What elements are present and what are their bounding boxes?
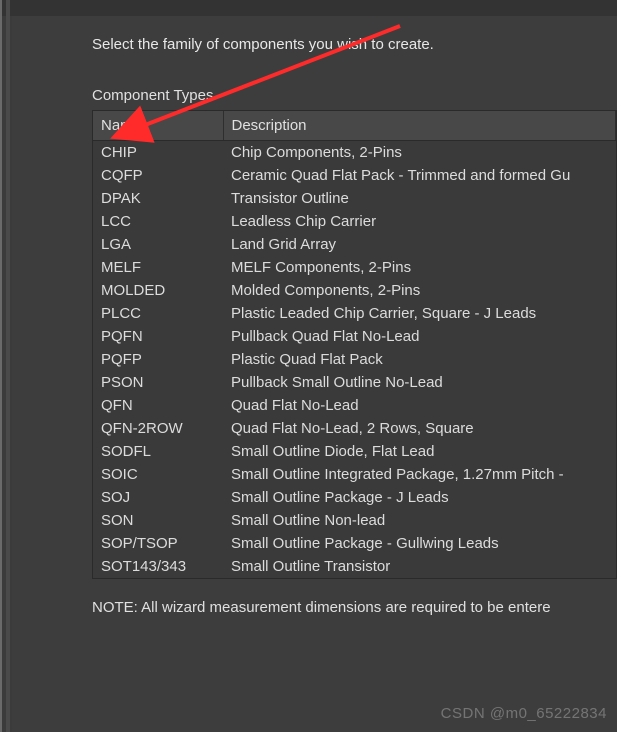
cell-description: Chip Components, 2-Pins bbox=[223, 141, 616, 165]
content-panel: Select the family of components you wish… bbox=[12, 16, 617, 732]
table-row[interactable]: QFNQuad Flat No-Lead bbox=[93, 394, 616, 417]
table-row[interactable]: SOJSmall Outline Package - J Leads bbox=[93, 486, 616, 509]
cell-description: Quad Flat No-Lead, 2 Rows, Square bbox=[223, 417, 616, 440]
cell-name: CQFP bbox=[93, 164, 223, 187]
table-row[interactable]: PLCCPlastic Leaded Chip Carrier, Square … bbox=[93, 302, 616, 325]
cell-name: MOLDED bbox=[93, 279, 223, 302]
cell-name: LGA bbox=[93, 233, 223, 256]
cell-name: SOJ bbox=[93, 486, 223, 509]
table-row[interactable]: MELFMELF Components, 2-Pins bbox=[93, 256, 616, 279]
watermark: CSDN @m0_65222834 bbox=[441, 705, 607, 722]
cell-name: SODFL bbox=[93, 440, 223, 463]
cell-description: Small Outline Package - Gullwing Leads bbox=[223, 532, 616, 555]
cell-description: Plastic Leaded Chip Carrier, Square - J … bbox=[223, 302, 616, 325]
cell-description: Small Outline Diode, Flat Lead bbox=[223, 440, 616, 463]
table-row[interactable]: PQFNPullback Quad Flat No-Lead bbox=[93, 325, 616, 348]
cell-name: CHIP bbox=[93, 141, 223, 165]
cell-name: QFN-2ROW bbox=[93, 417, 223, 440]
cell-name: PSON bbox=[93, 371, 223, 394]
column-header-name[interactable]: Name bbox=[93, 111, 223, 141]
cell-description: Small Outline Integrated Package, 1.27mm… bbox=[223, 463, 616, 486]
cell-description: Molded Components, 2-Pins bbox=[223, 279, 616, 302]
cell-description: Land Grid Array bbox=[223, 233, 616, 256]
cell-name: LCC bbox=[93, 210, 223, 233]
cell-description: Quad Flat No-Lead bbox=[223, 394, 616, 417]
cell-description: Small Outline Non-lead bbox=[223, 509, 616, 532]
cell-name: PQFN bbox=[93, 325, 223, 348]
table-row[interactable]: SODFLSmall Outline Diode, Flat Lead bbox=[93, 440, 616, 463]
cell-description: Small Outline Package - J Leads bbox=[223, 486, 616, 509]
table-row[interactable]: LCCLeadless Chip Carrier bbox=[93, 210, 616, 233]
intro-text: Select the family of components you wish… bbox=[92, 36, 617, 53]
cell-name: QFN bbox=[93, 394, 223, 417]
cell-description: Small Outline Transistor bbox=[223, 555, 616, 578]
cell-name: PLCC bbox=[93, 302, 223, 325]
cell-description: Leadless Chip Carrier bbox=[223, 210, 616, 233]
section-label: Component Types bbox=[92, 87, 617, 104]
cell-name: SON bbox=[93, 509, 223, 532]
table-row[interactable]: QFN-2ROWQuad Flat No-Lead, 2 Rows, Squar… bbox=[93, 417, 616, 440]
table-header-row: Name Description bbox=[93, 111, 616, 141]
cell-description: Plastic Quad Flat Pack bbox=[223, 348, 616, 371]
cell-name: SOIC bbox=[93, 463, 223, 486]
table-row[interactable]: CHIPChip Components, 2-Pins bbox=[93, 141, 616, 165]
cell-name: SOT143/343 bbox=[93, 555, 223, 578]
table-row[interactable]: LGALand Grid Array bbox=[93, 233, 616, 256]
cell-name: SOP/TSOP bbox=[93, 532, 223, 555]
table-row[interactable]: DPAKTransistor Outline bbox=[93, 187, 616, 210]
cell-name: DPAK bbox=[93, 187, 223, 210]
cell-description: Transistor Outline bbox=[223, 187, 616, 210]
table-row[interactable]: SOP/TSOPSmall Outline Package - Gullwing… bbox=[93, 532, 616, 555]
table-row[interactable]: CQFPCeramic Quad Flat Pack - Trimmed and… bbox=[93, 164, 616, 187]
cell-description: Ceramic Quad Flat Pack - Trimmed and for… bbox=[223, 164, 616, 187]
column-header-description[interactable]: Description bbox=[223, 111, 616, 141]
sidebar-strip bbox=[6, 0, 10, 732]
cell-description: MELF Components, 2-Pins bbox=[223, 256, 616, 279]
cell-name: MELF bbox=[93, 256, 223, 279]
cell-name: PQFP bbox=[93, 348, 223, 371]
cell-description: Pullback Small Outline No-Lead bbox=[223, 371, 616, 394]
component-table-wrap: Name Description CHIPChip Components, 2-… bbox=[92, 110, 617, 579]
table-row[interactable]: SOICSmall Outline Integrated Package, 1.… bbox=[93, 463, 616, 486]
table-row[interactable]: PQFPPlastic Quad Flat Pack bbox=[93, 348, 616, 371]
table-row[interactable]: SONSmall Outline Non-lead bbox=[93, 509, 616, 532]
title-bar bbox=[0, 0, 617, 16]
table-row[interactable]: PSONPullback Small Outline No-Lead bbox=[93, 371, 616, 394]
note-text: NOTE: All wizard measurement dimensions … bbox=[92, 599, 617, 616]
component-table: Name Description CHIPChip Components, 2-… bbox=[93, 111, 616, 578]
table-row[interactable]: MOLDEDMolded Components, 2-Pins bbox=[93, 279, 616, 302]
table-row[interactable]: SOT143/343Small Outline Transistor bbox=[93, 555, 616, 578]
cell-description: Pullback Quad Flat No-Lead bbox=[223, 325, 616, 348]
